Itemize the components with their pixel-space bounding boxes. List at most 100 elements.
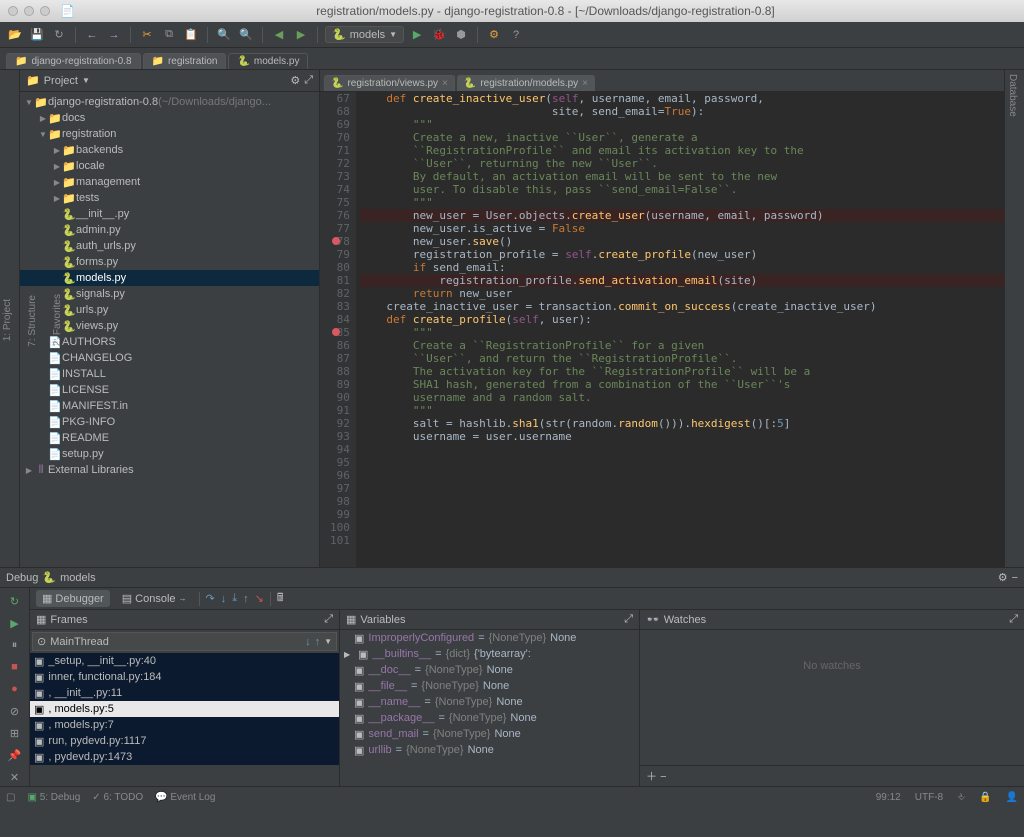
- tree-node[interactable]: 📄PKG-INFO: [20, 414, 319, 430]
- forward-icon[interactable]: ▶: [292, 26, 310, 44]
- favorites-tool-tab[interactable]: 2: Favorites: [50, 290, 65, 350]
- chevron-down-icon[interactable]: ▼: [324, 637, 332, 646]
- chevron-down-icon[interactable]: ▼: [82, 76, 90, 85]
- toggle-tools-icon[interactable]: ▢: [6, 792, 15, 803]
- rerun-icon[interactable]: ↻: [6, 592, 24, 610]
- nav-tab-0[interactable]: 📁django-registration-0.8: [6, 53, 141, 69]
- sync-icon[interactable]: ↻: [50, 26, 68, 44]
- stop-icon[interactable]: ■: [6, 658, 24, 676]
- frame-row[interactable]: ▣, models.py:5: [30, 701, 339, 717]
- minimize-icon[interactable]: [24, 6, 34, 16]
- prev-frame-icon[interactable]: ↓: [305, 636, 311, 648]
- tree-node[interactable]: 📄INSTALL: [20, 366, 319, 382]
- next-frame-icon[interactable]: ↑: [315, 636, 321, 648]
- add-watch-icon[interactable]: ＋: [646, 771, 657, 783]
- frames-list[interactable]: ▣_setup, __init__.py:40▣inner, functiona…: [30, 653, 339, 786]
- paste-icon[interactable]: 📋: [182, 26, 200, 44]
- tree-node[interactable]: 🐍models.py: [20, 270, 319, 286]
- open-icon[interactable]: 📂: [6, 26, 24, 44]
- layout-icon[interactable]: ⊞: [6, 724, 24, 742]
- copy-icon[interactable]: ⧉: [160, 26, 178, 44]
- close-icon[interactable]: [8, 6, 18, 16]
- tree-node[interactable]: 📄MANIFEST.in: [20, 398, 319, 414]
- coverage-icon[interactable]: ⬢: [452, 26, 470, 44]
- status-todo[interactable]: ✓ 6: TODO: [92, 792, 143, 803]
- resume-icon[interactable]: ▶: [6, 614, 24, 632]
- variable-row[interactable]: ▣urllib = {NoneType} None: [340, 742, 639, 758]
- frame-row[interactable]: ▣_setup, __init__.py:40: [30, 653, 339, 669]
- variable-row[interactable]: ▣ImproperlyConfigured = {NoneType} None: [340, 630, 639, 646]
- frame-row[interactable]: ▣inner, functional.py:184: [30, 669, 339, 685]
- view-breakpoints-icon[interactable]: ●: [6, 680, 24, 698]
- tree-node[interactable]: ▼📁django-registration-0.8 (~/Downloads/d…: [20, 94, 319, 110]
- run-icon[interactable]: ▶: [408, 26, 426, 44]
- hide-icon[interactable]: ⤢: [1009, 613, 1018, 626]
- frame-row[interactable]: ▣run, pydevd.py:1117: [30, 733, 339, 749]
- tree-node[interactable]: ▶⫴External Libraries: [20, 462, 319, 478]
- nav-tab-1[interactable]: 📁registration: [143, 53, 227, 69]
- tree-node[interactable]: 🐍admin.py: [20, 222, 319, 238]
- help-icon[interactable]: ?: [507, 26, 525, 44]
- frame-row[interactable]: ▣, __init__.py:11: [30, 685, 339, 701]
- insert-mode-icon[interactable]: ⎀: [957, 792, 965, 803]
- structure-tool-tab[interactable]: 7: Structure: [25, 291, 40, 351]
- tree-node[interactable]: 📄LICENSE: [20, 382, 319, 398]
- code-text[interactable]: def create_inactive_user(self, username,…: [356, 92, 1004, 567]
- minimize-icon[interactable]: −: [1012, 572, 1018, 584]
- hide-icon[interactable]: ⤢: [624, 613, 633, 626]
- status-debug[interactable]: ▣ 5: Debug: [27, 792, 80, 803]
- tree-node[interactable]: ▶📁management: [20, 174, 319, 190]
- variable-row[interactable]: ▣__doc__ = {NoneType} None: [340, 662, 639, 678]
- hide-icon[interactable]: ⤢: [324, 613, 333, 626]
- collapse-icon[interactable]: ⤢: [304, 74, 313, 87]
- tree-node[interactable]: 🐍forms.py: [20, 254, 319, 270]
- tree-node[interactable]: 🐍__init__.py: [20, 206, 319, 222]
- find-icon[interactable]: 🔍: [215, 26, 233, 44]
- project-tool-tab[interactable]: 1: Project: [0, 295, 15, 345]
- editor-tab[interactable]: 🐍registration/views.py×: [324, 75, 455, 91]
- step-over-icon[interactable]: ↷: [206, 592, 215, 605]
- tree-node[interactable]: ▶📁backends: [20, 142, 319, 158]
- gear-icon[interactable]: ⚙: [290, 74, 300, 87]
- encoding[interactable]: UTF-8: [915, 792, 943, 803]
- tree-node[interactable]: ▼📁registration: [20, 126, 319, 142]
- close-icon[interactable]: ✕: [6, 768, 24, 786]
- step-out-icon[interactable]: ↑: [243, 593, 249, 605]
- redo-icon[interactable]: →: [105, 26, 123, 44]
- undo-icon[interactable]: ←: [83, 26, 101, 44]
- mute-breakpoints-icon[interactable]: ⊘: [6, 702, 24, 720]
- run-config-selector[interactable]: 🐍 models ▼: [325, 26, 404, 43]
- remove-watch-icon[interactable]: −: [660, 771, 666, 783]
- run-to-cursor-icon[interactable]: ↘: [255, 592, 264, 605]
- variable-row[interactable]: ▣send_mail = {NoneType} None: [340, 726, 639, 742]
- tree-node[interactable]: ▶📁locale: [20, 158, 319, 174]
- close-tab-icon[interactable]: ×: [582, 78, 588, 89]
- tree-node[interactable]: ▶📁tests: [20, 190, 319, 206]
- pin-icon[interactable]: 📌: [6, 746, 24, 764]
- settings-icon[interactable]: ⚙: [485, 26, 503, 44]
- lock-icon[interactable]: 🔒: [979, 792, 991, 803]
- variables-list[interactable]: ▣ImproperlyConfigured = {NoneType} None▶…: [340, 630, 639, 786]
- console-tab[interactable]: ▤Console →: [116, 590, 193, 607]
- variable-row[interactable]: ▣__package__ = {NoneType} None: [340, 710, 639, 726]
- gear-icon[interactable]: ⚙: [998, 571, 1008, 584]
- code-area[interactable]: 6768697071727374757677787980818283848586…: [320, 92, 1004, 567]
- tree-node[interactable]: 📄CHANGELOG: [20, 350, 319, 366]
- status-eventlog[interactable]: 💬 Event Log: [155, 792, 215, 803]
- tree-node[interactable]: 📄README: [20, 430, 319, 446]
- force-step-into-icon[interactable]: ⤓: [232, 592, 237, 605]
- tree-node[interactable]: ▶📁docs: [20, 110, 319, 126]
- close-tab-icon[interactable]: ×: [442, 78, 448, 89]
- variable-row[interactable]: ▣__file__ = {NoneType} None: [340, 678, 639, 694]
- tree-node[interactable]: 🐍auth_urls.py: [20, 238, 319, 254]
- frame-row[interactable]: ▣, pydevd.py:1473: [30, 749, 339, 765]
- step-into-icon[interactable]: ↓: [221, 593, 227, 605]
- pause-icon[interactable]: ⏸: [6, 636, 24, 654]
- debug-icon[interactable]: 🐞: [430, 26, 448, 44]
- database-tool-tab[interactable]: Database: [1005, 70, 1020, 121]
- editor-tab[interactable]: 🐍registration/models.py×: [457, 75, 595, 91]
- save-icon[interactable]: 💾: [28, 26, 46, 44]
- variable-row[interactable]: ▣__name__ = {NoneType} None: [340, 694, 639, 710]
- hector-icon[interactable]: 👤: [1006, 792, 1018, 803]
- zoom-icon[interactable]: [40, 6, 50, 16]
